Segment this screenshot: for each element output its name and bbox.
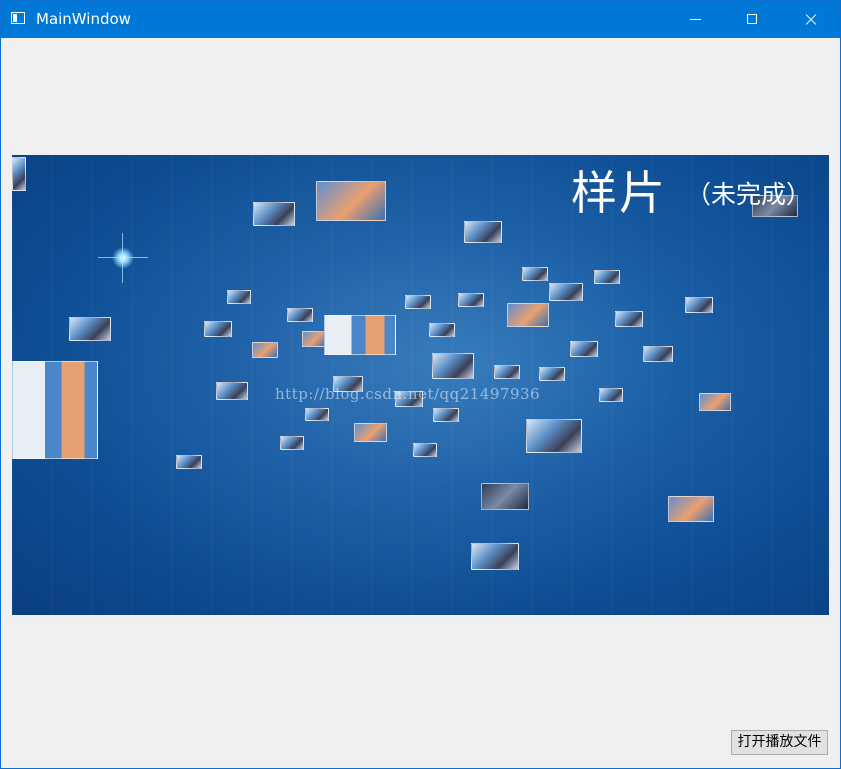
video-title: 样片 [571, 166, 667, 220]
window-title: MainWindow [36, 10, 131, 28]
video-thumbnail [507, 303, 549, 327]
video-thumbnail [354, 423, 387, 442]
video-thumbnail [216, 382, 248, 400]
video-thumbnail [287, 308, 313, 322]
video-thumbnail [594, 270, 620, 284]
app-icon [11, 12, 25, 24]
video-thumbnail [599, 388, 623, 402]
video-thumbnail [685, 297, 713, 313]
video-thumbnail [302, 331, 326, 347]
video-thumbnail [204, 321, 232, 337]
title-bar[interactable]: MainWindow [1, 1, 840, 38]
video-thumbnail [413, 443, 437, 457]
video-thumbnail [69, 317, 111, 341]
video-player[interactable]: 样片 （未完成） http://blog.csdn.net/qq21497936 [12, 155, 829, 615]
video-thumbnail [429, 323, 455, 337]
video-thumbnail [471, 543, 519, 570]
lens-flare [98, 233, 148, 283]
open-file-button[interactable]: 打开播放文件 [731, 730, 828, 755]
video-thumbnail [539, 367, 565, 381]
video-thumbnail [305, 408, 329, 421]
video-thumbnail [253, 202, 295, 226]
video-thumbnail [316, 181, 386, 221]
video-thumbnail [494, 365, 520, 379]
video-thumbnail [615, 311, 643, 327]
video-thumbnail [324, 315, 396, 355]
video-thumbnail [522, 267, 548, 281]
video-thumbnail [280, 436, 304, 450]
video-thumbnail [432, 353, 474, 379]
close-icon[interactable] [781, 1, 839, 38]
video-thumbnail [643, 346, 673, 362]
watermark: http://blog.csdn.net/qq21497936 [275, 385, 541, 403]
maximize-icon[interactable] [723, 1, 781, 38]
video-thumbnail [176, 455, 202, 469]
video-thumbnail [12, 157, 26, 191]
video-subtitle: （未完成） [686, 180, 812, 209]
video-thumbnail [433, 408, 459, 422]
video-thumbnail [464, 221, 502, 243]
video-thumbnail [227, 290, 251, 304]
video-thumbnail [549, 283, 583, 301]
video-thumbnail [458, 293, 484, 307]
video-thumbnail [699, 393, 731, 411]
video-thumbnail [526, 419, 582, 453]
minimize-icon[interactable] [666, 1, 724, 38]
video-thumbnail [252, 342, 278, 358]
video-thumbnail [405, 295, 431, 309]
video-thumbnail [481, 483, 529, 510]
video-thumbnail [668, 496, 714, 522]
video-thumbnail [12, 361, 98, 459]
video-thumbnail [570, 341, 598, 357]
